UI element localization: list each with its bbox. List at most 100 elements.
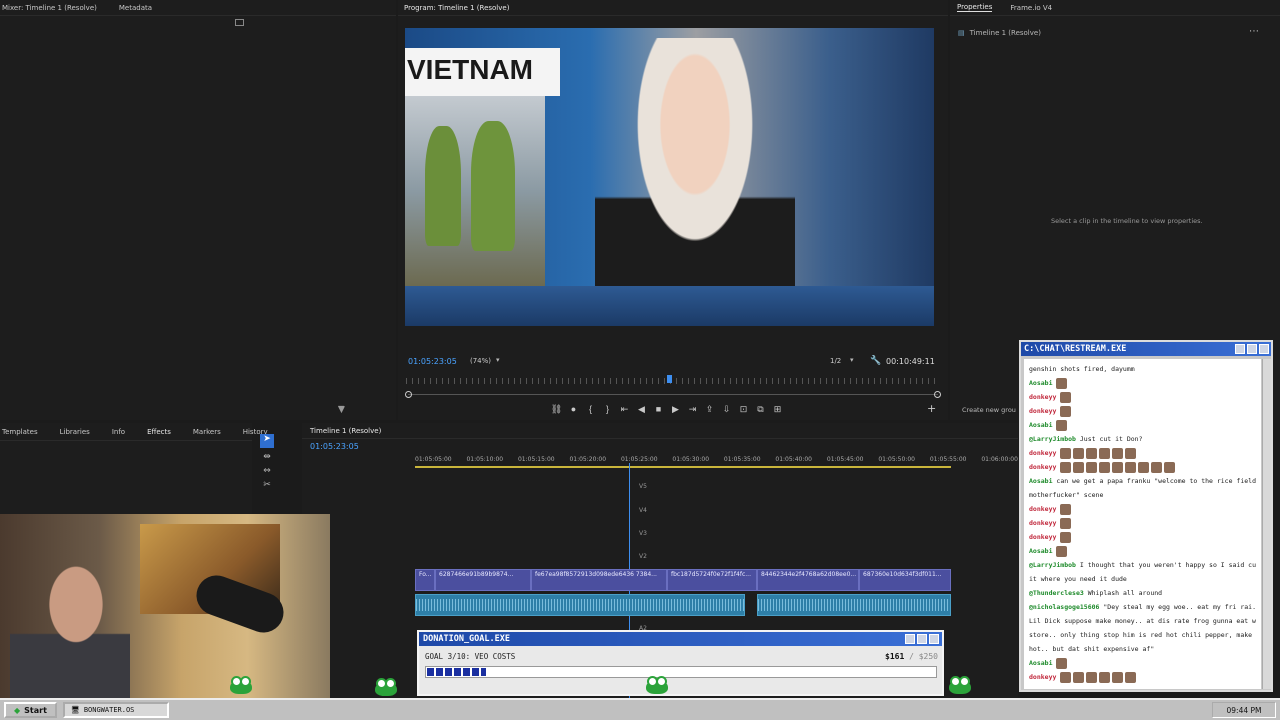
tab-properties[interactable]: Properties xyxy=(957,3,993,12)
video-clip[interactable]: 687360e10d634f3df011... xyxy=(859,569,951,591)
timeline-title[interactable]: Timeline 1 (Resolve) xyxy=(310,427,381,435)
ruler-label: 01:05:10:00 xyxy=(466,456,504,463)
emote-icon xyxy=(1056,377,1068,389)
camera-icon[interactable]: ⊡ xyxy=(735,402,752,416)
waveform xyxy=(416,599,744,611)
extract-button[interactable]: ⇩ xyxy=(718,402,735,416)
tab-libraries[interactable]: Libraries xyxy=(60,428,90,436)
chat-message: @nicholasgoge15606 "Dey steal my egg woe… xyxy=(1029,600,1256,614)
program-timecode-left[interactable]: 01:05:23:05 xyxy=(408,357,457,366)
chat-username[interactable]: donkeyy xyxy=(1029,393,1056,401)
track-v4[interactable]: V4 xyxy=(636,504,650,518)
wrench-icon[interactable]: 🔧 xyxy=(870,356,881,366)
soldier-figure-1 xyxy=(425,126,461,246)
stop-button[interactable]: ■ xyxy=(650,402,667,416)
add-marker-button[interactable]: ⛓ xyxy=(548,402,565,416)
taskbar-app-button[interactable]: 🖥 BONGWATER.OS xyxy=(62,702,169,718)
chat-message: Aosabi can we get a papa franku "welcome… xyxy=(1029,474,1256,488)
chat-username[interactable]: donkeyy xyxy=(1029,533,1056,541)
tab-markers[interactable]: Markers xyxy=(193,428,221,436)
chevron-down-icon[interactable]: ▾ xyxy=(850,356,854,364)
chat-username[interactable]: Aosabi xyxy=(1029,659,1052,667)
track-v3[interactable]: V3 xyxy=(636,527,650,541)
chat-titlebar[interactable]: C:\CHAT\RESTREAM.EXE xyxy=(1021,342,1271,356)
go-to-in-button[interactable]: ⇤ xyxy=(616,402,633,416)
minimize-button[interactable] xyxy=(905,634,915,644)
track-v5[interactable]: V5 xyxy=(636,480,650,494)
audio-clip[interactable] xyxy=(757,594,951,616)
maximize-button[interactable] xyxy=(917,634,927,644)
track-v2[interactable]: V2 xyxy=(636,550,650,564)
donation-titlebar[interactable]: DONATION_GOAL.EXE xyxy=(419,632,942,646)
settings-button[interactable]: ⊞ xyxy=(769,402,786,416)
chat-username[interactable]: @Thunderclese3 xyxy=(1029,589,1084,597)
chat-username[interactable]: donkeyy xyxy=(1029,505,1056,513)
more-options-icon[interactable]: ⋯ xyxy=(1249,26,1259,37)
step-forward-button[interactable]: ▶ xyxy=(667,402,684,416)
tab-mixer[interactable]: Mixer: Timeline 1 (Resolve) xyxy=(2,4,97,12)
chat-username[interactable]: @LarryJimbob xyxy=(1029,435,1076,443)
panel-menu-icon[interactable] xyxy=(235,19,244,26)
razor-tool-icon[interactable]: ✂ xyxy=(260,480,274,490)
lift-button[interactable]: ⇪ xyxy=(701,402,718,416)
add-button[interactable]: + xyxy=(927,402,936,415)
marker-icon[interactable]: ● xyxy=(565,402,582,416)
selection-tool-icon[interactable]: ➤ xyxy=(260,434,274,448)
chat-text: genshin shots fired, dayumm xyxy=(1029,365,1135,373)
video-clip[interactable]: Fo... xyxy=(415,569,435,591)
mark-in-button[interactable]: { xyxy=(582,402,599,416)
tab-metadata[interactable]: Metadata xyxy=(119,4,152,12)
create-new-group-button[interactable]: Create new grou xyxy=(962,406,1016,414)
filter-icon[interactable]: ▼ xyxy=(338,404,344,413)
chat-username[interactable]: Aosabi xyxy=(1029,477,1052,485)
scrub-bar[interactable] xyxy=(408,394,938,395)
chat-scrollbar[interactable] xyxy=(1262,359,1271,689)
chat-message: donkeyy xyxy=(1029,446,1256,460)
video-clip[interactable]: fe67ea98f8572913d098ede6436 7384... xyxy=(531,569,667,591)
video-clip[interactable]: 84462344e2f4768a62d08ee0... xyxy=(757,569,859,591)
tab-effects[interactable]: Effects xyxy=(147,428,171,436)
start-button[interactable]: ◆ Start xyxy=(4,702,57,718)
playhead-marker[interactable] xyxy=(667,375,672,383)
tab-info[interactable]: Info xyxy=(112,428,125,436)
track-select-tool-icon[interactable]: ⇹ xyxy=(260,452,274,462)
step-back-button[interactable]: ◀ xyxy=(633,402,650,416)
scrub-start-handle[interactable] xyxy=(405,391,412,398)
mark-out-button[interactable]: } xyxy=(599,402,616,416)
resolution-select[interactable]: 1/2 xyxy=(830,357,841,365)
chat-username[interactable]: donkeyy xyxy=(1029,519,1056,527)
source-panel: Mixer: Timeline 1 (Resolve) Metadata xyxy=(0,0,396,420)
chat-username[interactable]: donkeyy xyxy=(1029,449,1056,457)
tab-frameio[interactable]: Frame.io V4 xyxy=(1010,4,1052,12)
video-clip[interactable]: fbc187d5724f0e72f1f4fc... xyxy=(667,569,757,591)
scrub-end-handle[interactable] xyxy=(934,391,941,398)
chat-username[interactable]: donkeyy xyxy=(1029,673,1056,681)
maximize-button[interactable] xyxy=(1247,344,1257,354)
go-to-out-button[interactable]: ⇥ xyxy=(684,402,701,416)
chat-username[interactable]: @nicholasgoge15606 xyxy=(1029,603,1099,611)
emote-icon xyxy=(1125,447,1137,459)
chat-username[interactable]: Aosabi xyxy=(1029,421,1052,429)
program-title[interactable]: Program: Timeline 1 (Resolve) xyxy=(404,4,509,12)
tab-templates[interactable]: Templates xyxy=(2,428,38,436)
chat-username[interactable]: Aosabi xyxy=(1029,547,1052,555)
ripple-edit-tool-icon[interactable]: ⇔ xyxy=(260,466,274,476)
emote-icon xyxy=(1073,671,1085,683)
chat-username[interactable]: Aosabi xyxy=(1029,379,1052,387)
compare-button[interactable]: ⧉ xyxy=(752,402,769,416)
timeline-timecode[interactable]: 01:05:23:05 xyxy=(310,442,359,451)
waveform xyxy=(758,599,950,611)
close-button[interactable] xyxy=(929,634,939,644)
chevron-down-icon[interactable]: ▾ xyxy=(496,356,500,364)
chat-username[interactable]: donkeyy xyxy=(1029,463,1056,471)
audio-clip[interactable] xyxy=(415,594,745,616)
chat-username[interactable]: @LarryJimbob xyxy=(1029,561,1076,569)
minimize-button[interactable] xyxy=(1235,344,1245,354)
chat-username[interactable]: donkeyy xyxy=(1029,407,1056,415)
video-clip[interactable]: 6287466e91b89b9874... xyxy=(435,569,531,591)
timeline-property-row: ▤ Timeline 1 (Resolve) xyxy=(958,29,1041,37)
zoom-select[interactable]: (74%) xyxy=(470,357,491,365)
start-label: Start xyxy=(24,705,47,715)
work-area-bar[interactable] xyxy=(415,466,951,468)
close-button[interactable] xyxy=(1259,344,1269,354)
